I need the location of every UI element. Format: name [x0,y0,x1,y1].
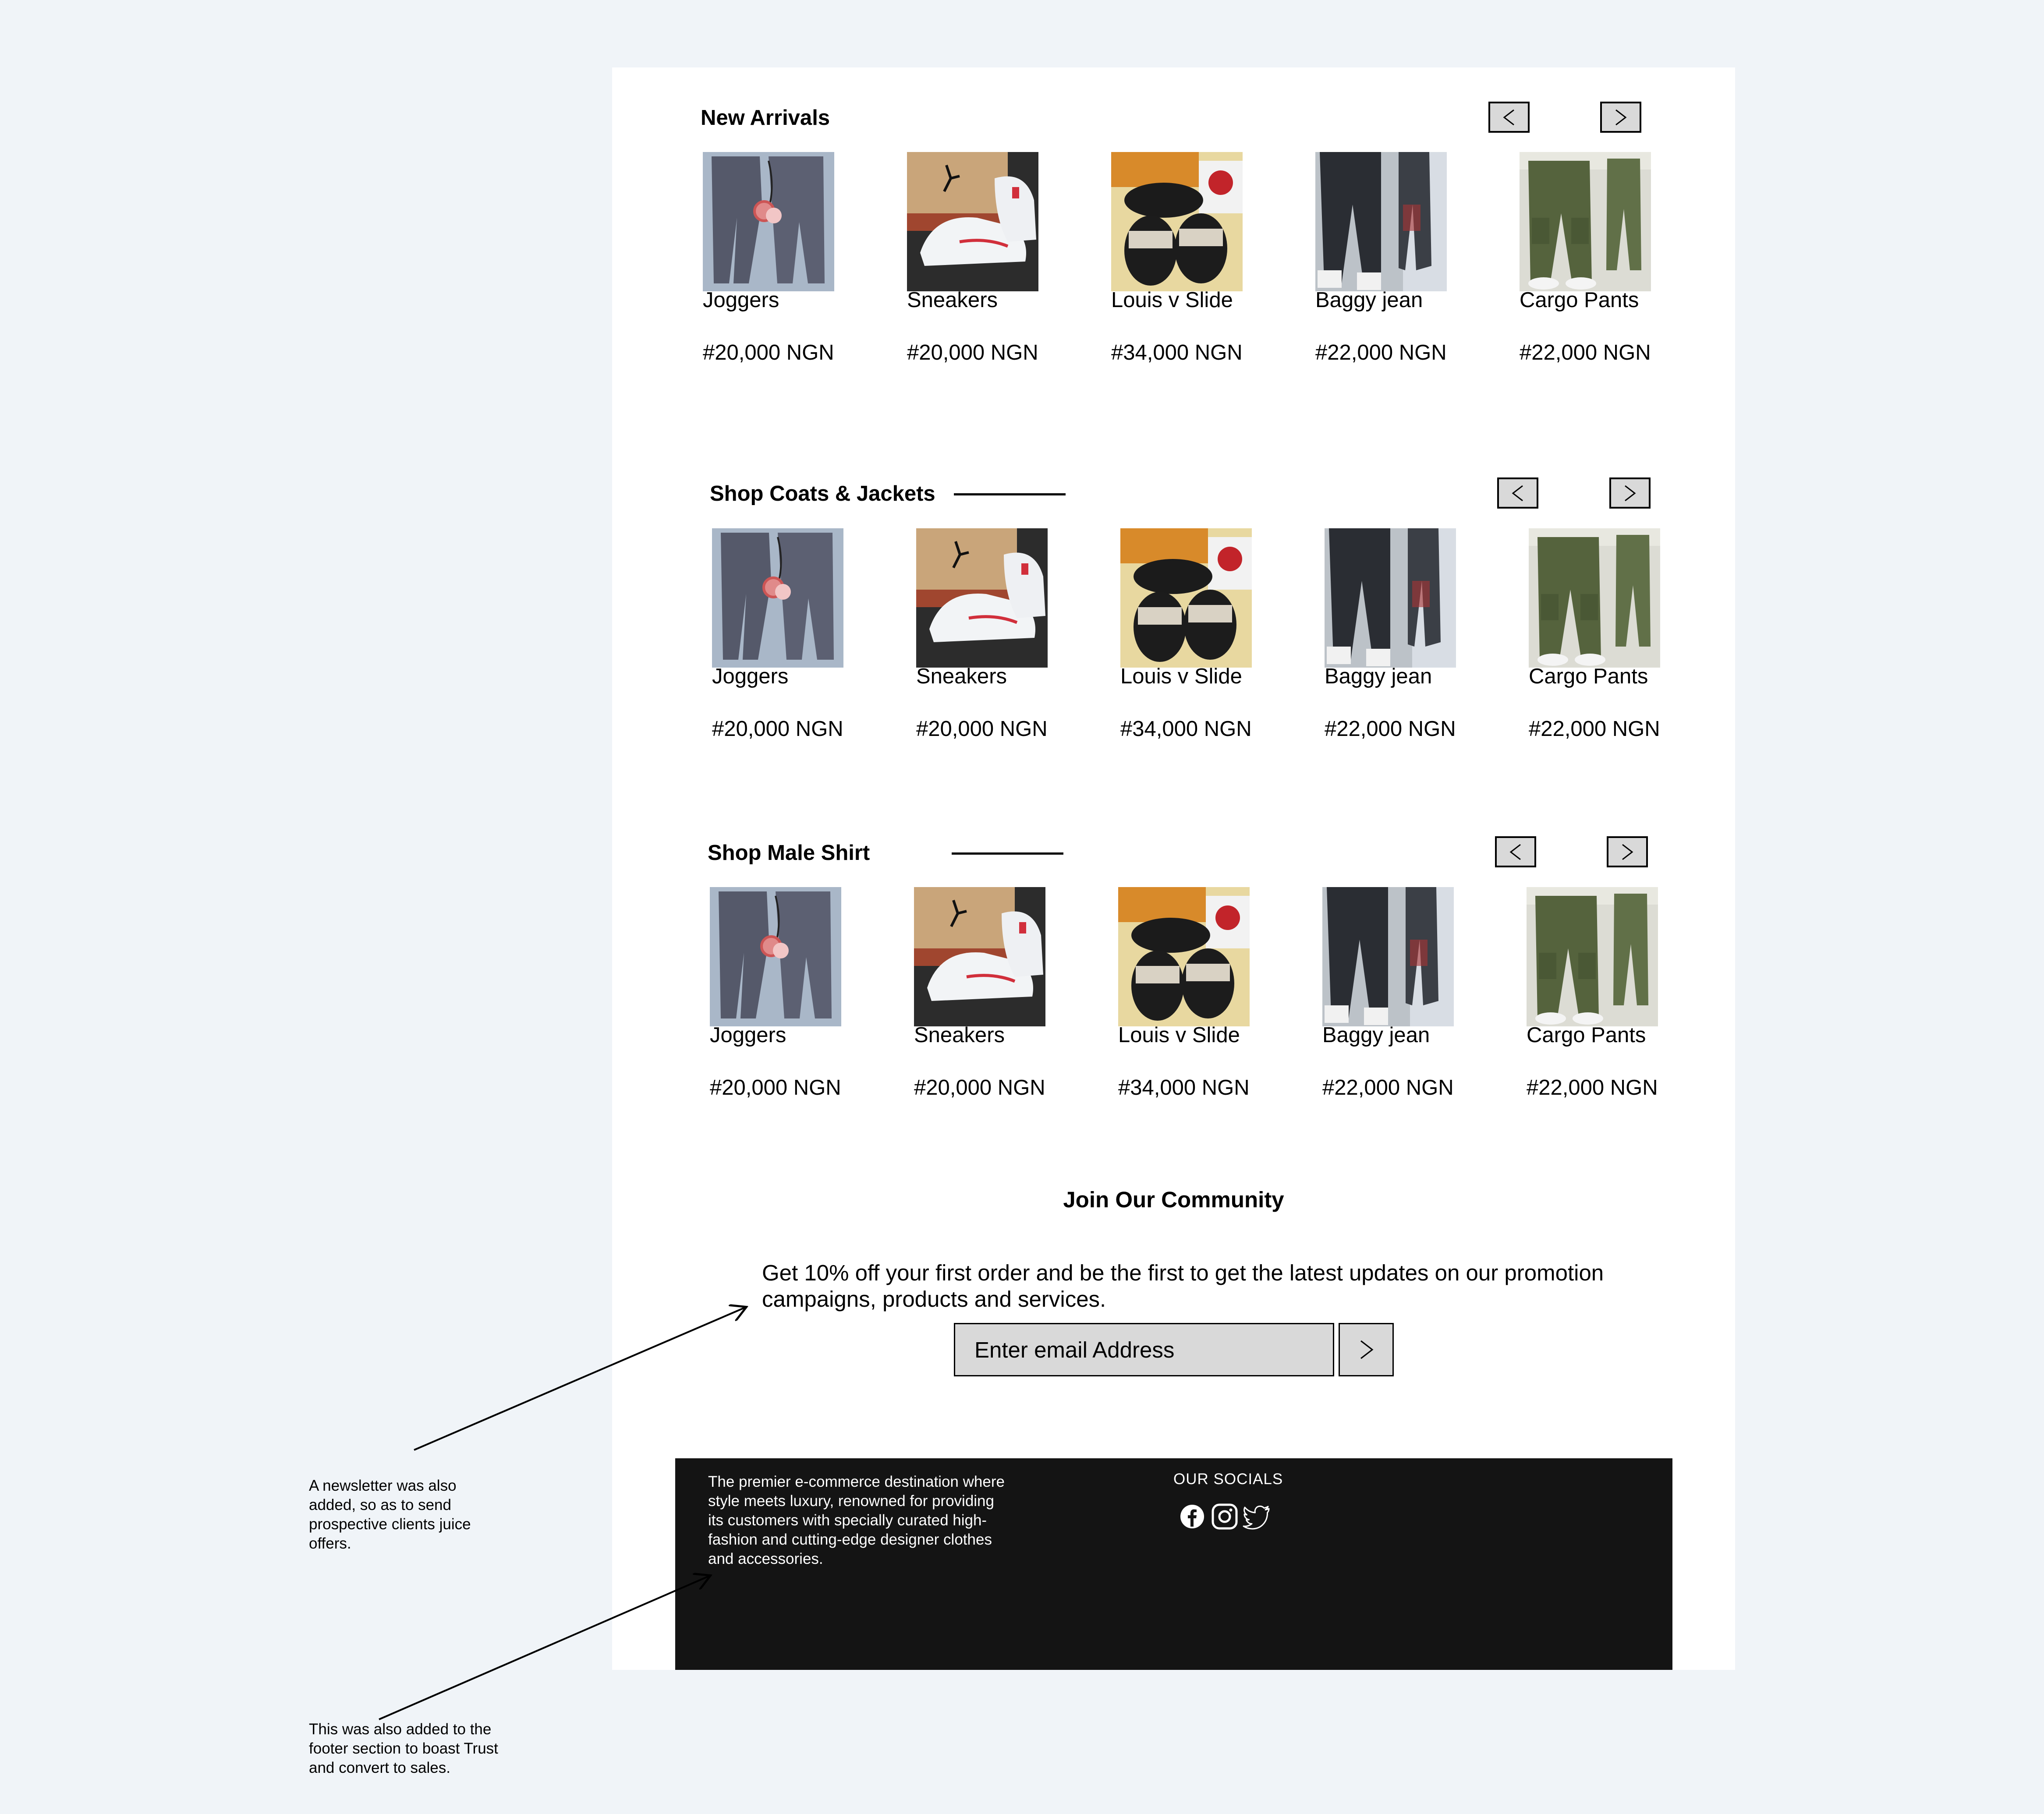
newsletter-description: Get 10% off your first order and be the … [762,1260,1604,1312]
instagram-icon[interactable] [1210,1502,1239,1531]
carousel-prev-button[interactable] [1495,836,1536,867]
newsletter-title: Join Our Community [1063,1187,1284,1212]
carousel-next-button[interactable] [1607,836,1648,867]
product-price: #20,000 NGN [710,1076,841,1100]
section-male-shirt: Shop Male Shirt Joggers #20,000 NGN Snea… [612,67,1735,1163]
product-name: Sneakers [914,1023,1005,1047]
product-name: Baggy jean [1322,1023,1430,1047]
footer: The premier e-commerce destination where… [675,1458,1672,1670]
chevron-left-icon [1509,844,1521,860]
annotation-newsletter: A newsletter was also added, so as to se… [309,1477,471,1552]
annotation-footer: This was also added to the footer sectio… [309,1721,498,1776]
facebook-icon[interactable] [1178,1502,1207,1531]
product-image[interactable] [1527,887,1658,1026]
page-canvas: New Arrivals Joggers #20,000 NGN Sneaker… [612,67,1735,1670]
product-price: #22,000 NGN [1527,1076,1658,1100]
product-price: #20,000 NGN [914,1076,1045,1100]
product-price: #34,000 NGN [1118,1076,1250,1100]
product-image[interactable] [710,887,841,1026]
socials-title: OUR SOCIALS [1173,1471,1283,1488]
section-title: Shop Male Shirt [708,841,870,865]
product-image[interactable] [1322,887,1454,1026]
product-name: Joggers [710,1023,786,1047]
product-image[interactable] [1118,887,1250,1026]
product-price: #22,000 NGN [1322,1076,1454,1100]
product-image[interactable] [914,887,1045,1026]
email-submit-button[interactable] [1339,1323,1394,1376]
chevron-right-icon [1622,844,1633,860]
footer-tagline: The premier e-commerce destination where… [708,1473,1005,1567]
chevron-right-icon [1360,1340,1374,1359]
section-divider [952,852,1063,855]
twitter-icon[interactable] [1243,1502,1272,1531]
product-name: Cargo Pants [1527,1023,1646,1047]
product-name: Louis v Slide [1118,1023,1240,1047]
email-field[interactable] [954,1323,1334,1376]
